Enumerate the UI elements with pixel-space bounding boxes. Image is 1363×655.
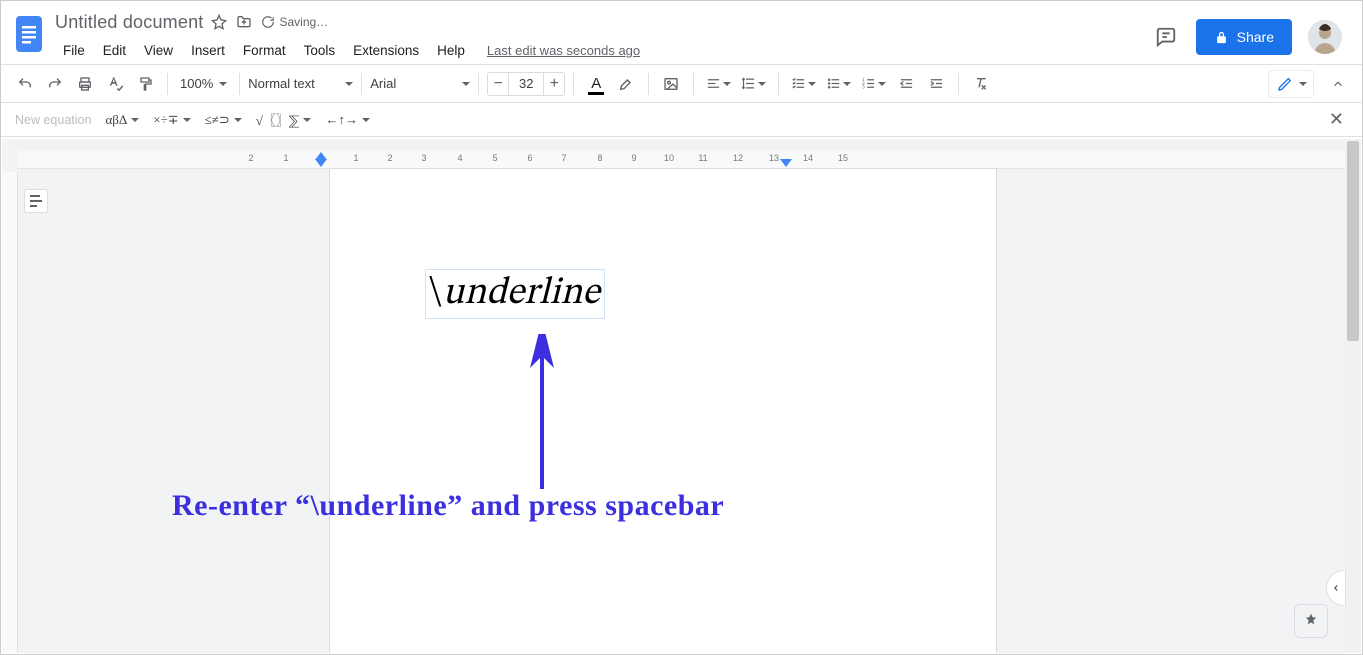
editor-canvas[interactable]: 21123456789101112131415 \underline Re-en… (2, 139, 1345, 653)
saving-status: Saving… (261, 15, 328, 29)
redo-button[interactable] (41, 70, 69, 98)
vertical-ruler[interactable] (2, 172, 18, 653)
insert-image-button[interactable] (657, 70, 685, 98)
font-size-group: − + (487, 72, 565, 96)
equation-greek-button[interactable]: αβΔ (105, 112, 139, 128)
paint-format-button[interactable] (131, 70, 159, 98)
equation-operators-button[interactable]: ×÷∓ (153, 112, 190, 128)
zoom-select[interactable]: 100% (176, 76, 231, 91)
menu-tools[interactable]: Tools (296, 39, 344, 62)
bulleted-list-button[interactable] (822, 70, 855, 98)
saving-label: Saving… (279, 15, 328, 29)
clear-formatting-button[interactable] (967, 70, 995, 98)
main-toolbar: 100% Normal text Arial − + A 123 (1, 65, 1362, 103)
share-label: Share (1237, 29, 1274, 45)
font-size-input[interactable] (509, 72, 543, 96)
document-outline-button[interactable] (24, 189, 48, 213)
line-spacing-button[interactable] (737, 70, 770, 98)
menu-edit[interactable]: Edit (95, 39, 134, 62)
horizontal-ruler[interactable]: 21123456789101112131415 (18, 151, 1345, 169)
menu-file[interactable]: File (55, 39, 93, 62)
text-color-button[interactable]: A (582, 70, 610, 98)
docs-logo[interactable] (9, 9, 49, 59)
decrease-font-size-button[interactable]: − (487, 72, 509, 96)
lock-icon (1214, 30, 1229, 45)
svg-text:3: 3 (863, 85, 866, 90)
title-center: Untitled document Saving… File Edit View… (49, 9, 1152, 62)
close-equation-toolbar-button[interactable]: ✕ (1325, 105, 1348, 134)
editing-mode-button[interactable] (1268, 70, 1314, 98)
menu-help[interactable]: Help (429, 39, 473, 62)
checklist-button[interactable] (787, 70, 820, 98)
menu-insert[interactable]: Insert (183, 39, 233, 62)
vertical-scrollbar[interactable] (1345, 139, 1361, 653)
equation-toolbar: New equation αβΔ ×÷∓ ≤≠⊃ √〖〗⅀ ←↑→ ✕ (1, 103, 1362, 137)
document-name[interactable]: Untitled document (55, 12, 203, 33)
equation-math-button[interactable]: √〖〗⅀ (256, 110, 312, 129)
menu-format[interactable]: Format (235, 39, 294, 62)
decrease-indent-button[interactable] (892, 70, 920, 98)
undo-button[interactable] (11, 70, 39, 98)
explore-button[interactable] (1294, 604, 1328, 638)
menu-extensions[interactable]: Extensions (345, 39, 427, 62)
align-button[interactable] (702, 70, 735, 98)
new-equation-button[interactable]: New equation (15, 113, 91, 127)
pencil-icon (1277, 76, 1293, 92)
comments-icon[interactable] (1152, 23, 1180, 51)
collapse-toolbar-button[interactable] (1324, 70, 1352, 98)
spellcheck-button[interactable] (101, 70, 129, 98)
equation-arrows-button[interactable]: ←↑→ (325, 112, 370, 128)
highlight-color-button[interactable] (612, 70, 640, 98)
equation-relations-button[interactable]: ≤≠⊃ (205, 112, 242, 128)
document-page[interactable]: \underline (330, 169, 996, 653)
print-button[interactable] (71, 70, 99, 98)
menu-bar: File Edit View Insert Format Tools Exten… (55, 39, 1152, 62)
font-family-select[interactable]: Arial (370, 76, 470, 91)
increase-font-size-button[interactable]: + (543, 72, 565, 96)
increase-indent-button[interactable] (922, 70, 950, 98)
move-to-drive-icon[interactable] (235, 14, 253, 30)
numbered-list-button[interactable]: 123 (857, 70, 890, 98)
paragraph-style-select[interactable]: Normal text (248, 76, 353, 91)
last-edit-link[interactable]: Last edit was seconds ago (487, 43, 640, 58)
star-icon[interactable] (211, 14, 227, 30)
menu-view[interactable]: View (136, 39, 181, 62)
title-bar: Untitled document Saving… File Edit View… (1, 1, 1362, 65)
equation-box[interactable]: \underline (425, 269, 605, 319)
share-button[interactable]: Share (1196, 19, 1292, 55)
account-avatar[interactable] (1308, 20, 1342, 54)
